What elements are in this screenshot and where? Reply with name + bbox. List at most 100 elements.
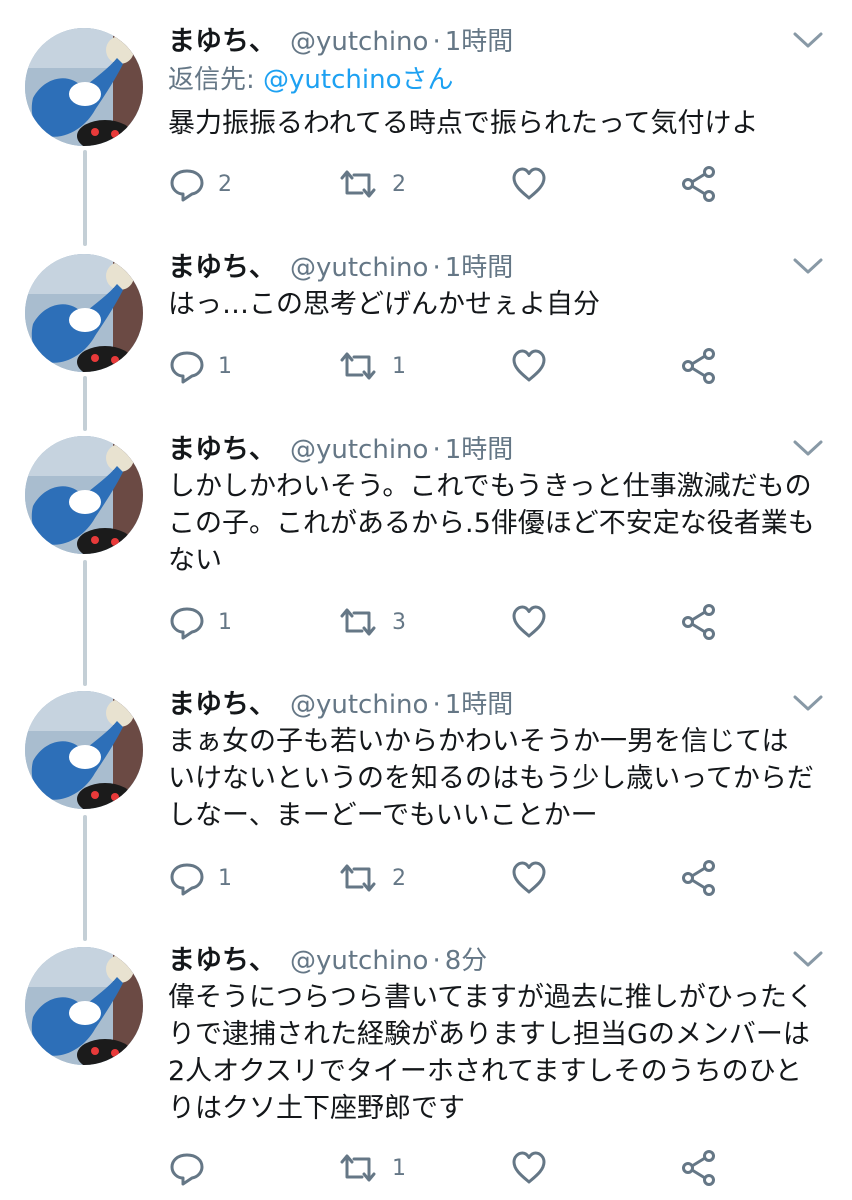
retweet-icon: [340, 608, 376, 636]
separator-dot: ·: [432, 435, 441, 465]
tweet-text-line: りはクソ土下座野郎です: [168, 1093, 465, 1124]
tweet-header: まゆち、 @yutchino · 1時間: [168, 248, 513, 288]
like-button[interactable]: [510, 858, 560, 898]
timestamp[interactable]: 1時間: [445, 435, 514, 465]
retweet-button[interactable]: 2: [336, 164, 406, 204]
action-bar: 2 2: [168, 164, 728, 204]
separator-dot: ·: [432, 253, 441, 283]
share-button[interactable]: [680, 1148, 718, 1188]
share-icon: [682, 604, 715, 640]
retweet-icon: [340, 864, 376, 892]
separator-dot: ·: [432, 27, 441, 57]
action-bar: 1 2: [168, 858, 728, 898]
thread-connector: [83, 815, 87, 941]
reply-button[interactable]: 1: [168, 602, 232, 642]
avatar-image: [25, 947, 143, 1065]
share-button[interactable]: [680, 858, 718, 898]
chevron-down-icon[interactable]: [792, 693, 824, 713]
tweet-text-line: ない: [168, 545, 222, 576]
chevron-down-icon[interactable]: [792, 30, 824, 50]
avatar[interactable]: [25, 691, 143, 809]
avatar[interactable]: [25, 254, 143, 372]
timestamp[interactable]: 8分: [445, 946, 488, 976]
timestamp[interactable]: 1時間: [445, 690, 514, 720]
avatar-image: [25, 28, 143, 146]
separator-dot: ·: [432, 946, 441, 976]
chevron-down-icon[interactable]: [792, 256, 824, 276]
timestamp[interactable]: 1時間: [445, 27, 514, 57]
tweet-text-line: まぁ女の子も若いからかわいそうか一男を信じては: [168, 726, 789, 757]
like-button[interactable]: [510, 1148, 560, 1188]
reply-icon: [170, 169, 204, 202]
tweet-header: まゆち、 @yutchino · 1時間: [168, 685, 513, 725]
avatar-image: [25, 691, 143, 809]
like-icon: [512, 349, 546, 382]
chevron-down-icon[interactable]: [792, 438, 824, 458]
tweet-text-line: りで逮捕された経験がありますし担当Gのメンバーは: [168, 1019, 810, 1050]
avatar[interactable]: [25, 947, 143, 1065]
display-name[interactable]: まゆち、: [168, 252, 276, 283]
user-handle[interactable]: @yutchino: [290, 27, 428, 57]
like-button[interactable]: [510, 164, 560, 204]
user-handle[interactable]: @yutchino: [290, 690, 428, 720]
share-button[interactable]: [680, 346, 718, 386]
reply-count: 2: [218, 171, 232, 197]
tweet-text-line: しかしかわいそう。これでもうきっと仕事激減だもの: [168, 471, 812, 502]
retweet-button[interactable]: 2: [336, 858, 406, 898]
user-handle[interactable]: @yutchino: [290, 435, 428, 465]
retweet-button[interactable]: 1: [336, 1148, 406, 1188]
retweet-count: 2: [392, 171, 406, 197]
retweet-button[interactable]: 1: [336, 346, 406, 386]
like-icon: [512, 861, 546, 894]
like-button[interactable]: [510, 602, 560, 642]
thread-connector: [83, 560, 87, 686]
action-bar: 1 3: [168, 602, 728, 642]
retweet-icon: [340, 352, 376, 380]
action-bar: 1: [168, 1148, 728, 1188]
like-button[interactable]: [510, 346, 560, 386]
retweet-count: 1: [392, 353, 406, 379]
thread-connector: [83, 376, 87, 431]
retweet-button[interactable]: 3: [336, 602, 406, 642]
reply-button[interactable]: 1: [168, 346, 232, 386]
tweet-header: まゆち、 @yutchino · 1時間: [168, 22, 513, 62]
user-handle[interactable]: @yutchino: [290, 253, 428, 283]
reply-button[interactable]: 1: [168, 858, 232, 898]
tweet-text-line: 偉そうにつらつら書いてますが過去に推しがひったく: [168, 982, 814, 1013]
retweet-count: 3: [392, 609, 406, 635]
timestamp[interactable]: 1時間: [445, 253, 514, 283]
tweet-text: はっ…この思考どげんかせぇよ自分: [168, 286, 838, 323]
tweet-text: まぁ女の子も若いからかわいそうか一男を信じては いけないというのを知るのはもう少…: [168, 723, 838, 834]
like-icon: [512, 605, 546, 638]
display-name[interactable]: まゆち、: [168, 945, 276, 976]
reply-icon: [170, 1153, 204, 1186]
reply-handle-link[interactable]: @yutchinoさん: [263, 65, 453, 95]
like-icon: [512, 167, 546, 200]
tweet-text: 暴力振振るわれてる時点で振られたって気付けよ: [168, 105, 838, 142]
avatar-image: [25, 436, 143, 554]
reply-context: 返信先: @yutchinoさん: [168, 60, 453, 100]
thread-connector: [83, 150, 87, 246]
avatar[interactable]: [25, 28, 143, 146]
display-name[interactable]: まゆち、: [168, 26, 276, 57]
avatar[interactable]: [25, 436, 143, 554]
reply-icon: [170, 863, 204, 896]
reply-label: 返信先:: [168, 65, 264, 95]
separator-dot: ·: [432, 690, 441, 720]
retweet-icon: [340, 170, 376, 198]
reply-button[interactable]: 2: [168, 164, 232, 204]
share-button[interactable]: [680, 164, 718, 204]
share-button[interactable]: [680, 602, 718, 642]
display-name[interactable]: まゆち、: [168, 434, 276, 465]
reply-count: 1: [218, 865, 232, 891]
tweet-text-line: いけないというのを知るのはもう少し歳いってからだ: [168, 763, 814, 794]
chevron-down-icon[interactable]: [792, 949, 824, 969]
display-name[interactable]: まゆち、: [168, 689, 276, 720]
retweet-count: 1: [392, 1155, 406, 1181]
user-handle[interactable]: @yutchino: [290, 946, 428, 976]
like-icon: [512, 1151, 546, 1184]
reply-button[interactable]: [168, 1148, 218, 1188]
share-icon: [682, 860, 715, 896]
retweet-icon: [340, 1154, 376, 1182]
tweet-text-line: 2人オクスリでタイーホされてますしそのうちのひと: [168, 1056, 802, 1087]
